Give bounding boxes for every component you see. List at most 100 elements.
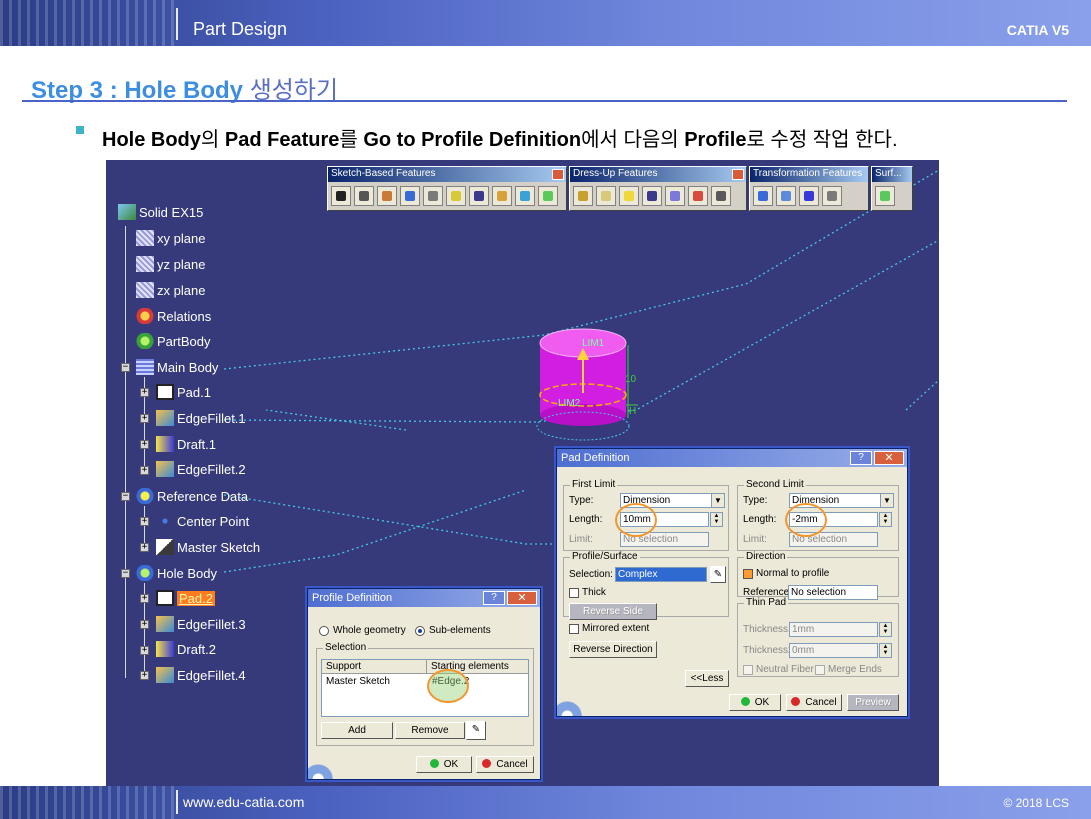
edit-sketch-icon[interactable]: ✎: [710, 566, 726, 583]
close-button[interactable]: ✕: [507, 591, 537, 605]
help-button[interactable]: ?: [483, 591, 505, 605]
cell-support[interactable]: Master Sketch: [326, 676, 390, 687]
expand-toggle[interactable]: +: [140, 594, 149, 603]
thread-icon[interactable]: [688, 186, 708, 206]
scaling-icon[interactable]: [822, 186, 842, 206]
thick-checkbox[interactable]: [569, 588, 579, 598]
multi-section-solid-icon[interactable]: [515, 186, 535, 206]
edge-fillet-icon[interactable]: [573, 186, 593, 206]
remove-button[interactable]: Remove: [395, 722, 465, 739]
tree-item-pad2[interactable]: Pad.2: [156, 589, 215, 607]
thickness-icon[interactable]: [665, 186, 685, 206]
chamfer-icon[interactable]: [596, 186, 616, 206]
ok-button[interactable]: OK: [729, 694, 781, 711]
pocket-icon[interactable]: [354, 186, 374, 206]
translation-icon[interactable]: [753, 186, 773, 206]
expand-toggle[interactable]: +: [140, 620, 149, 629]
tree-item-yz-plane[interactable]: yz plane: [136, 255, 205, 273]
thickness2-input[interactable]: 0mm: [789, 643, 878, 658]
rectangular-pattern-icon[interactable]: [799, 186, 819, 206]
tree-item-xy-plane[interactable]: xy plane: [136, 229, 205, 247]
tree-item-relations[interactable]: Relations: [136, 307, 211, 325]
less-button[interactable]: <<Less: [685, 670, 729, 687]
tree-item-partbody[interactable]: PartBody: [136, 332, 210, 350]
pad-icon[interactable]: [331, 186, 351, 206]
add-button[interactable]: Add: [321, 722, 393, 739]
tree-item-edgefillet3[interactable]: EdgeFillet.3: [156, 615, 246, 633]
neutral-fiber-checkbox[interactable]: [743, 665, 753, 675]
ok-button[interactable]: OK: [416, 756, 472, 773]
sub-elements-radio[interactable]: [415, 626, 425, 636]
rib-icon[interactable]: [446, 186, 466, 206]
thickness1-input[interactable]: 1mm: [789, 622, 878, 637]
toolbar-close-icon[interactable]: [732, 169, 744, 180]
expand-toggle[interactable]: +: [140, 466, 149, 475]
shell-icon[interactable]: [642, 186, 662, 206]
catia-workspace[interactable]: LIM1 LIM2 10 H Solid EX15 xy plane yz pl…: [106, 160, 939, 786]
collapse-toggle[interactable]: −: [121, 569, 130, 578]
tree-item-edgefillet4[interactable]: EdgeFillet.4: [156, 666, 246, 684]
expand-toggle[interactable]: +: [140, 646, 149, 655]
tree-item-draft1[interactable]: Draft.1: [156, 435, 216, 453]
column-header-support[interactable]: Support: [326, 661, 361, 672]
expand-toggle[interactable]: +: [140, 671, 149, 680]
collapse-toggle[interactable]: −: [121, 492, 130, 501]
length-spinner-icon[interactable]: ▲ ▼: [879, 512, 892, 527]
tree-item-zx-plane[interactable]: zx plane: [136, 281, 205, 299]
tree-label: Center Point: [177, 513, 250, 529]
mirror-icon[interactable]: [776, 186, 796, 206]
pad-icon: [156, 590, 174, 606]
merge-ends-label: Merge Ends: [828, 664, 882, 675]
tree-item-reference-data[interactable]: Reference Data: [136, 487, 248, 505]
expand-toggle[interactable]: +: [140, 414, 149, 423]
split-icon[interactable]: [875, 186, 895, 206]
direction-reference-field[interactable]: No selection: [788, 585, 878, 600]
mirrored-extent-checkbox[interactable]: [569, 624, 579, 634]
tree-item-pad1[interactable]: Pad.1: [156, 383, 211, 401]
catia-logo-corner: [308, 761, 342, 779]
stiffener-icon[interactable]: [492, 186, 512, 206]
plane-icon: [136, 230, 154, 246]
close-button[interactable]: ✕: [874, 451, 904, 465]
selection-table[interactable]: Support Starting elements Master Sketch …: [321, 659, 529, 717]
tree-item-edgefillet1[interactable]: EdgeFillet.1: [156, 409, 246, 427]
bullet-seg: Go to Profile Definition: [363, 129, 582, 151]
reverse-side-button[interactable]: Reverse Side: [569, 603, 657, 620]
expand-toggle[interactable]: +: [140, 543, 149, 552]
draft-icon[interactable]: [619, 186, 639, 206]
help-button[interactable]: ?: [850, 451, 872, 465]
shaft-icon[interactable]: [377, 186, 397, 206]
slide-footer: www.edu-catia.com © 2018 LCS: [0, 786, 1091, 819]
expand-toggle[interactable]: +: [140, 517, 149, 526]
normal-to-profile-checkbox[interactable]: [743, 569, 753, 579]
tree-item-center-point[interactable]: Center Point: [156, 512, 249, 530]
groove-icon[interactable]: [400, 186, 420, 206]
thickness2-spinner-icon[interactable]: ▲ ▼: [879, 643, 892, 658]
tree-item-draft2[interactable]: Draft.2: [156, 640, 216, 658]
tree-item-main-body[interactable]: Main Body: [136, 358, 218, 376]
profile-selection-field[interactable]: Complex: [615, 567, 707, 582]
tree-item-master-sketch[interactable]: Master Sketch: [156, 538, 260, 556]
preview-button[interactable]: Preview: [847, 694, 899, 711]
toolbar-close-icon[interactable]: [552, 169, 564, 180]
tree-root[interactable]: Solid EX15: [118, 203, 203, 221]
expand-toggle[interactable]: +: [140, 440, 149, 449]
merge-ends-checkbox[interactable]: [815, 665, 825, 675]
hole-icon[interactable]: [423, 186, 443, 206]
reverse-direction-button[interactable]: Reverse Direction: [569, 641, 657, 658]
footer-url[interactable]: www.edu-catia.com: [183, 794, 304, 810]
edit-sketch-icon[interactable]: ✎: [466, 721, 486, 740]
tree-label: Hole Body: [157, 565, 217, 581]
thickness1-spinner-icon[interactable]: ▲ ▼: [879, 622, 892, 637]
cancel-button[interactable]: Cancel: [786, 694, 842, 711]
collapse-toggle[interactable]: −: [121, 363, 130, 372]
slot-icon[interactable]: [469, 186, 489, 206]
cancel-button[interactable]: Cancel: [476, 756, 534, 773]
remove-face-icon[interactable]: [711, 186, 731, 206]
removed-multi-section-icon[interactable]: [538, 186, 558, 206]
whole-geometry-radio[interactable]: [319, 626, 329, 636]
expand-toggle[interactable]: +: [140, 388, 149, 397]
tree-item-edgefillet2[interactable]: EdgeFillet.2: [156, 460, 246, 478]
tree-item-hole-body[interactable]: Hole Body: [136, 564, 217, 582]
length-spinner-icon[interactable]: ▲ ▼: [710, 512, 723, 527]
